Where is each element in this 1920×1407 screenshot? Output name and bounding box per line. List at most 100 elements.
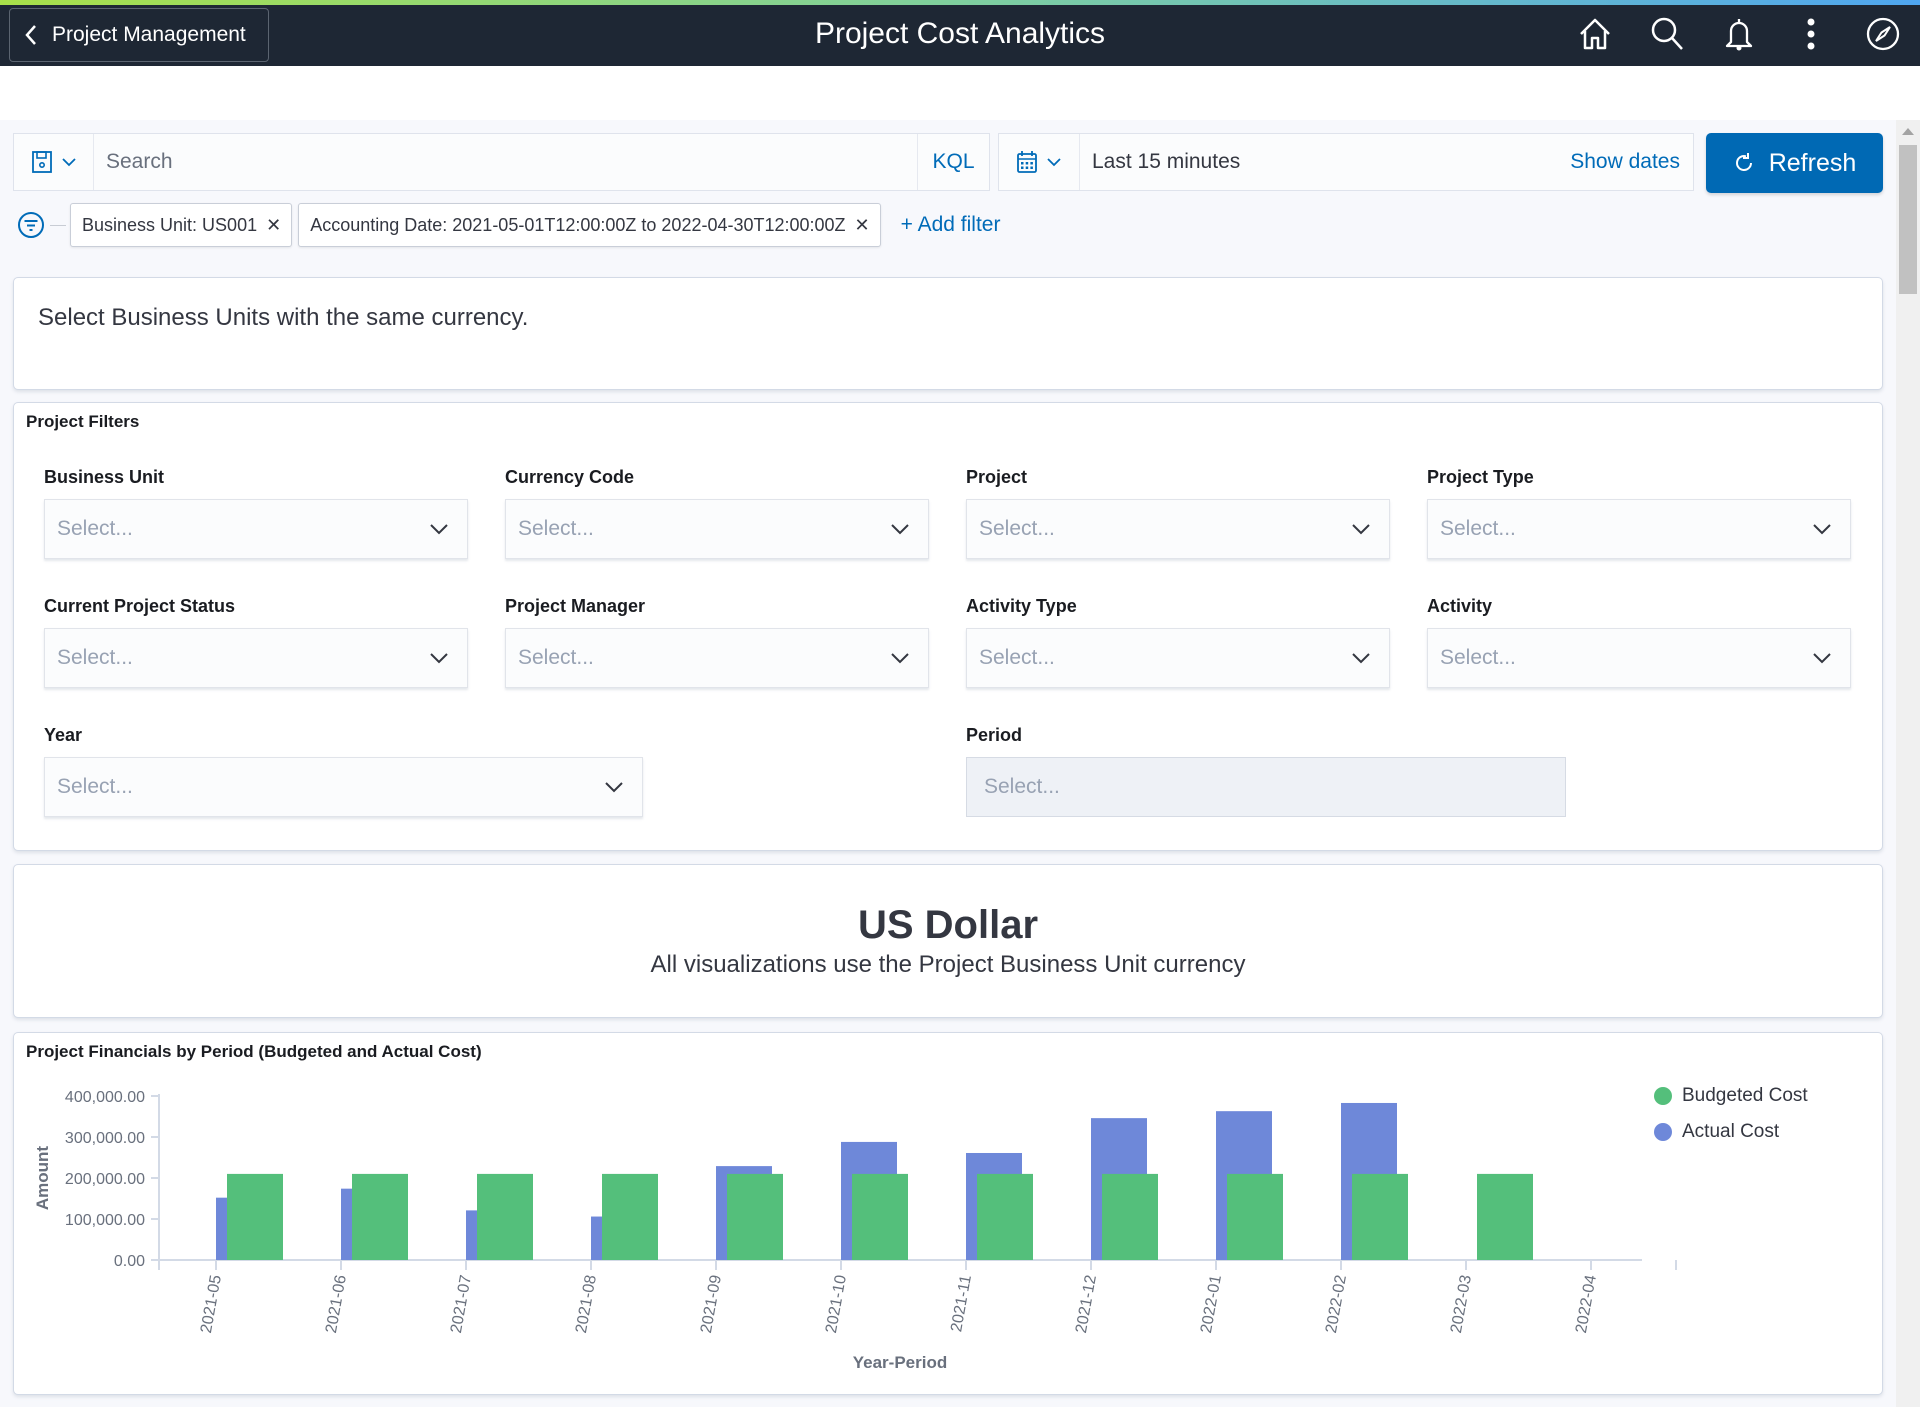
financials-chart-panel: Project Financials by Period (Budgeted a… bbox=[13, 1032, 1883, 1395]
x-tick-label: 2021-12 bbox=[1073, 1274, 1100, 1335]
app-header: Project Management Project Cost Analytic… bbox=[0, 5, 1920, 66]
y-tick-label: 400,000.00 bbox=[65, 1089, 145, 1106]
scrollbar-thumb[interactable] bbox=[1899, 145, 1917, 294]
show-dates-link[interactable]: Show dates bbox=[1570, 150, 1693, 174]
field-label: Project Type bbox=[1427, 467, 1534, 487]
year-select[interactable]: Select... bbox=[44, 757, 643, 817]
project-type-select[interactable]: Select... bbox=[1427, 499, 1851, 559]
field-label: Business Unit bbox=[44, 467, 165, 487]
filter-field-activity-type: Activity Type Select... bbox=[966, 596, 1390, 688]
business-unit-select[interactable]: Select... bbox=[44, 499, 468, 559]
bar-budgeted bbox=[352, 1173, 408, 1260]
filter-field-project-type: Project Type Select... bbox=[1427, 467, 1851, 559]
select-placeholder: Select... bbox=[1440, 517, 1516, 540]
project-manager-select[interactable]: Select... bbox=[505, 628, 929, 688]
chevron-down-icon bbox=[1352, 653, 1370, 664]
bar-budgeted bbox=[977, 1173, 1033, 1260]
field-label: Current Project Status bbox=[44, 596, 236, 616]
divider bbox=[50, 224, 66, 226]
legend-swatch bbox=[1654, 1123, 1672, 1141]
filter-menu-icon[interactable] bbox=[16, 210, 46, 240]
refresh-button[interactable]: Refresh bbox=[1706, 133, 1883, 193]
bar-budgeted bbox=[727, 1173, 783, 1260]
legend-item-actual[interactable]: Actual Cost bbox=[1654, 1121, 1808, 1143]
chevron-down-icon bbox=[61, 158, 76, 167]
activity-type-select[interactable]: Select... bbox=[966, 628, 1390, 688]
saved-queries-button[interactable] bbox=[14, 134, 94, 190]
period-select: Select... bbox=[966, 757, 1566, 817]
quick-menu-button[interactable] bbox=[999, 134, 1080, 190]
search-input[interactable] bbox=[94, 134, 917, 190]
query-bar: KQL bbox=[13, 133, 990, 191]
x-tick-label: 2021-09 bbox=[698, 1274, 725, 1335]
close-icon[interactable]: ✕ bbox=[855, 215, 870, 236]
legend-swatch bbox=[1654, 1087, 1672, 1105]
scrollbar[interactable] bbox=[1896, 120, 1920, 1407]
currency-code-select[interactable]: Select... bbox=[505, 499, 929, 559]
select-placeholder: Select... bbox=[1440, 646, 1516, 669]
save-icon bbox=[31, 151, 52, 173]
legend-label: Actual Cost bbox=[1682, 1121, 1780, 1142]
x-tick-label: 2021-06 bbox=[323, 1274, 350, 1335]
activity-select[interactable]: Select... bbox=[1427, 628, 1851, 688]
x-tick-label: 2021-08 bbox=[573, 1274, 600, 1335]
field-label: Currency Code bbox=[505, 467, 635, 487]
chevron-down-icon bbox=[1352, 524, 1370, 535]
refresh-button-label: Refresh bbox=[1768, 148, 1857, 177]
project-select[interactable]: Select... bbox=[966, 499, 1390, 559]
chevron-down-icon bbox=[430, 653, 448, 664]
field-label: Activity bbox=[1427, 596, 1493, 616]
note-text: Select Business Units with the same curr… bbox=[38, 304, 529, 331]
select-placeholder: Select... bbox=[984, 775, 1060, 798]
filter-pill[interactable]: Accounting Date: 2021-05-01T12:00:00Z to… bbox=[298, 203, 881, 247]
x-tick-label: 2021-05 bbox=[198, 1274, 225, 1335]
legend-item-budgeted[interactable]: Budgeted Cost bbox=[1654, 1085, 1808, 1107]
calendar-icon bbox=[1017, 151, 1037, 173]
refresh-icon bbox=[1735, 153, 1752, 171]
y-axis-label: Amount bbox=[33, 1146, 52, 1211]
y-tick-label: 100,000.00 bbox=[65, 1212, 145, 1229]
filter-field-period: Period Select... bbox=[966, 725, 1566, 817]
close-icon[interactable]: ✕ bbox=[266, 215, 281, 236]
select-placeholder: Select... bbox=[57, 646, 133, 669]
bar-budgeted bbox=[602, 1173, 658, 1260]
filter-field-business-unit: Business Unit Select... bbox=[44, 467, 468, 559]
back-button[interactable]: Project Management bbox=[9, 8, 269, 62]
chevron-down-icon bbox=[1813, 653, 1831, 664]
time-range-display[interactable]: Last 15 minutes bbox=[1080, 150, 1570, 174]
bar-budgeted bbox=[227, 1173, 283, 1260]
bar-budgeted bbox=[1102, 1173, 1158, 1260]
chevron-down-icon bbox=[430, 524, 448, 535]
project-filters-panel: Project Filters Business Unit Select... … bbox=[13, 402, 1883, 851]
filter-field-year: Year Select... bbox=[44, 725, 643, 817]
select-placeholder: Select... bbox=[979, 517, 1055, 540]
compass-icon[interactable] bbox=[1864, 15, 1902, 53]
filter-field-project: Project Select... bbox=[966, 467, 1390, 559]
x-tick-label: 2021-07 bbox=[448, 1274, 475, 1335]
dashboard-page: KQL Last 15 minutes Show dates Refresh B… bbox=[0, 120, 1896, 1407]
filter-field-activity: Activity Select... bbox=[1427, 596, 1851, 688]
select-placeholder: Select... bbox=[57, 775, 133, 798]
filter-bar: Business Unit: US001 ✕ Accounting Date: … bbox=[16, 202, 1000, 248]
kql-toggle-button[interactable]: KQL bbox=[917, 134, 989, 190]
home-icon[interactable] bbox=[1576, 15, 1614, 53]
filter-field-project-manager: Project Manager Select... bbox=[505, 596, 929, 688]
scroll-up-arrow-icon[interactable] bbox=[1902, 128, 1914, 135]
x-tick-label: 2022-03 bbox=[1448, 1274, 1475, 1335]
filter-pill[interactable]: Business Unit: US001 ✕ bbox=[70, 203, 293, 247]
filter-pill-label: Business Unit: US001 bbox=[82, 214, 258, 235]
filter-pill-label: Accounting Date: 2021-05-01T12:00:00Z to… bbox=[310, 214, 846, 235]
field-label: Project bbox=[966, 467, 1028, 487]
filter-field-currency-code: Currency Code Select... bbox=[505, 467, 929, 559]
x-tick-label: 2022-02 bbox=[1323, 1274, 1350, 1335]
add-filter-button[interactable]: + Add filter bbox=[901, 213, 1001, 237]
chart-legend: Budgeted Cost Actual Cost bbox=[1654, 1085, 1808, 1157]
currency-title: US Dollar bbox=[857, 903, 1039, 947]
search-icon[interactable] bbox=[1648, 15, 1686, 53]
y-tick-label: 0.00 bbox=[114, 1253, 145, 1270]
bell-icon[interactable] bbox=[1720, 15, 1758, 53]
field-label: Year bbox=[44, 725, 83, 745]
more-vertical-icon[interactable] bbox=[1792, 15, 1830, 53]
chevron-left-icon bbox=[25, 25, 36, 45]
current-project-status-select[interactable]: Select... bbox=[44, 628, 468, 688]
